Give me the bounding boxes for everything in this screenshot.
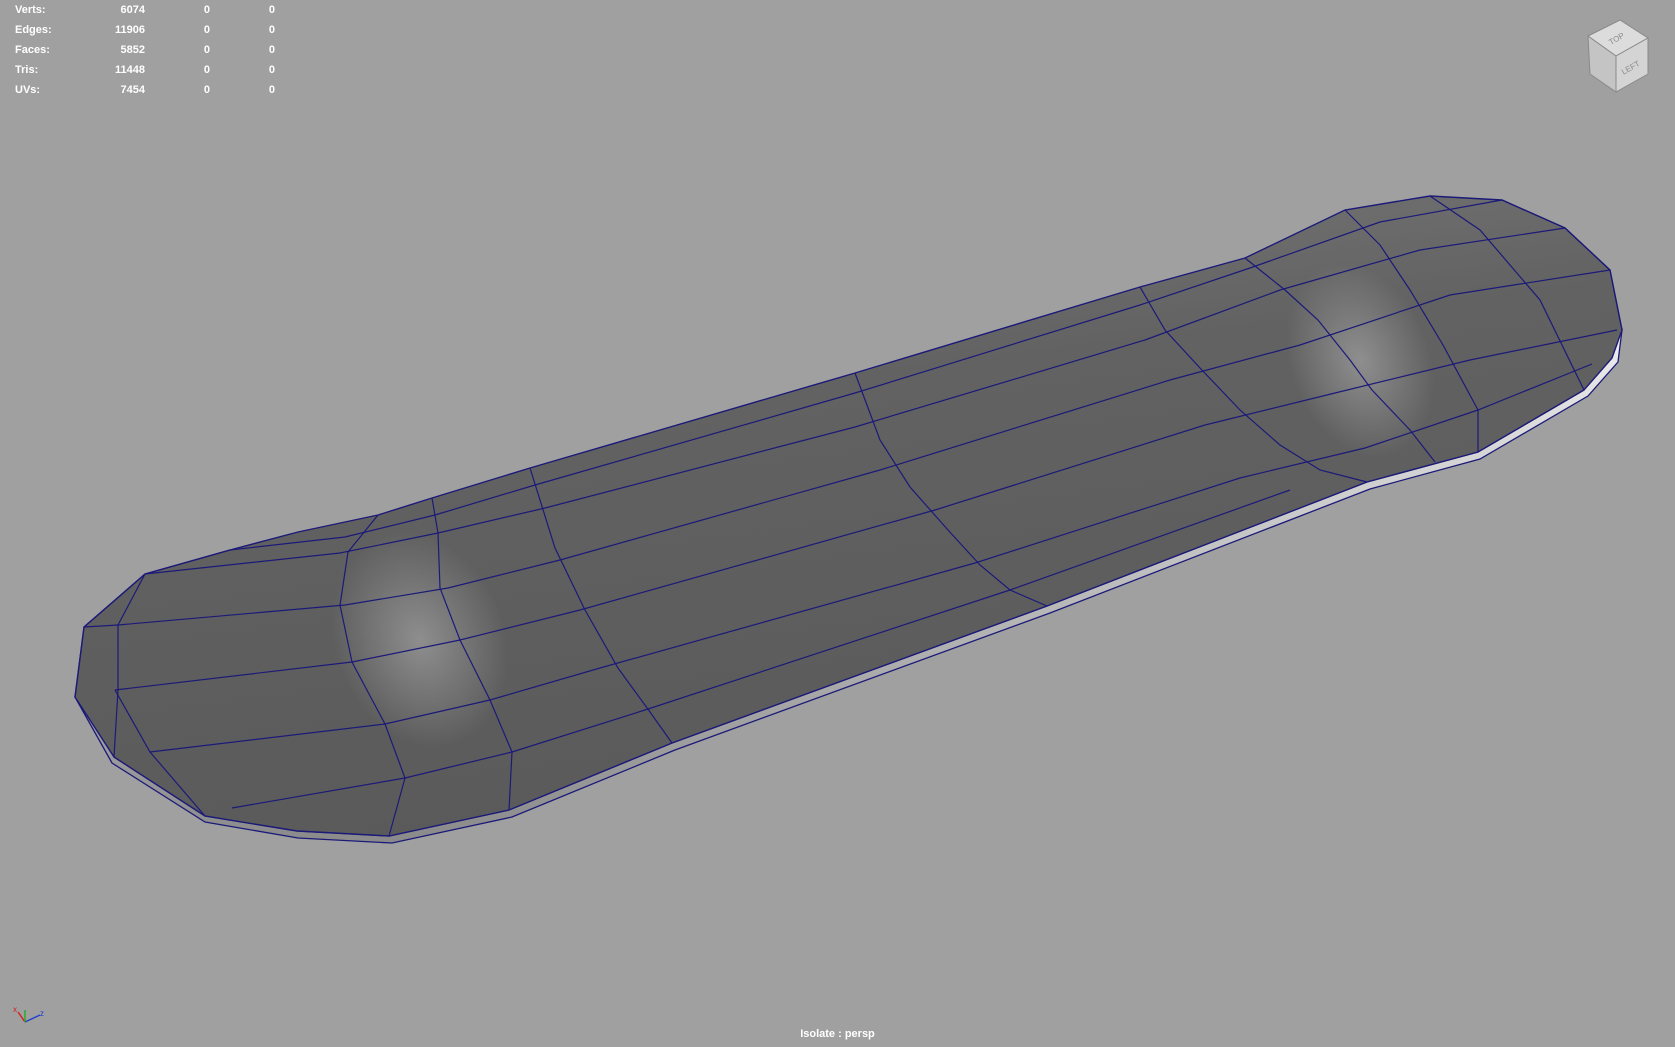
skateboard-deck-mesh[interactable] (0, 0, 1675, 1047)
z-axis-label: z (40, 1009, 44, 1018)
x-axis-label: x (13, 1005, 17, 1014)
x-axis-line (17, 1011, 26, 1023)
z-axis-line (24, 1014, 41, 1023)
maya-viewport[interactable]: Verts: 6074 0 0 Edges: 11906 0 0 Faces: … (0, 0, 1675, 1047)
view-cube[interactable]: TOP LEFT (1580, 18, 1660, 98)
isolate-status: Isolate : persp (800, 1028, 875, 1040)
axis-gizmo: x z (13, 1005, 44, 1023)
